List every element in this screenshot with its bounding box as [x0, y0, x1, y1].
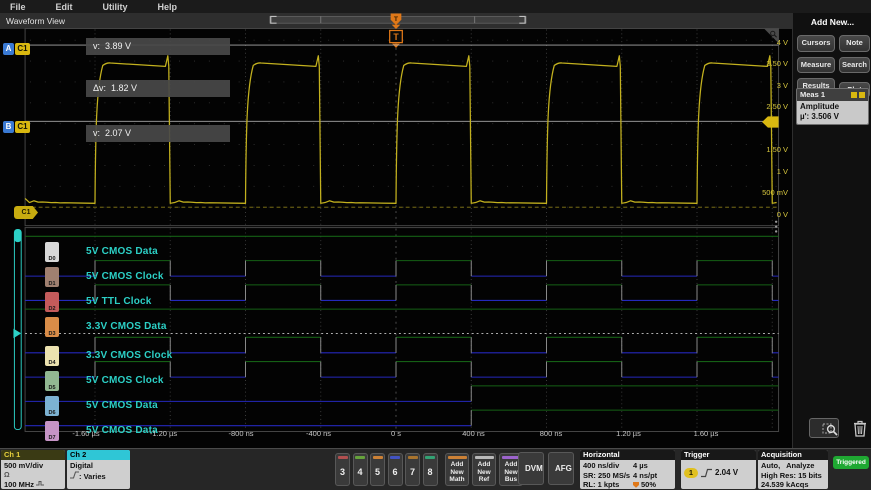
- trash-icon: [851, 419, 869, 438]
- measurement-card-header: Meas 1: [797, 89, 868, 101]
- sidebar-button-search[interactable]: Search: [839, 57, 870, 74]
- edge-icon: [70, 471, 79, 479]
- channel2-threshold: : Varies: [70, 471, 127, 482]
- horizontal-value: 50%: [633, 480, 656, 489]
- trigger-title: Trigger: [681, 450, 756, 460]
- channel-button-label: 7: [406, 467, 419, 477]
- horizontal-value: 400 ns/div: [583, 461, 633, 471]
- view-title: Waveform View: [6, 16, 65, 26]
- channel-button-label: 6: [389, 467, 402, 477]
- trigger-status-badge: Triggered: [833, 456, 869, 469]
- channel-color-strip: [355, 456, 365, 459]
- horizontal-row: SR: 250 MS/s4 ns/pt: [583, 471, 672, 481]
- channel-button-5[interactable]: 5: [370, 453, 385, 486]
- add-new-math-button[interactable]: Add New Math: [445, 453, 469, 486]
- channel-color-strip: [373, 456, 383, 459]
- sidebar-button-note[interactable]: Note: [839, 35, 870, 52]
- horizontal-value: SR: 250 MS/s: [583, 471, 633, 481]
- menu-bar: File Edit Utility Help: [0, 0, 871, 14]
- zoom-tool-button[interactable]: [809, 418, 839, 438]
- measurement-card[interactable]: Meas 1 Amplitude µ': 3.506 V: [796, 88, 869, 125]
- add-button-label: Add New Ref: [473, 461, 495, 484]
- add-button-label: Add New Math: [446, 461, 468, 484]
- channel-buttons: 345678: [335, 453, 438, 486]
- trigger-panel[interactable]: Trigger 1 2.04 V: [681, 450, 756, 489]
- channel2-name: Ch 2: [67, 450, 130, 460]
- trigger-source-badge: 1: [684, 468, 698, 478]
- channel-color-strip: [408, 456, 418, 459]
- termination-icon: Ω: [4, 471, 62, 481]
- add-new-ref-button[interactable]: Add New Ref: [472, 453, 496, 486]
- sidebar-button-measure[interactable]: Measure: [797, 57, 835, 74]
- menu-item-help[interactable]: Help: [158, 2, 178, 12]
- channel1-name: Ch 1: [1, 450, 65, 460]
- magnifier-icon: [816, 420, 844, 438]
- channel-color-strip: [390, 456, 400, 459]
- channel-color-strip: [425, 456, 435, 459]
- channel-button-label: 4: [354, 467, 367, 477]
- add-color-strip: [475, 456, 494, 459]
- horizontal-panel[interactable]: Horizontal 400 ns/div4 µsSR: 250 MS/s4 n…: [580, 450, 675, 489]
- measurement-title: Meas 1: [800, 90, 825, 99]
- channel-button-6[interactable]: 6: [388, 453, 403, 486]
- channel2-badge-panel[interactable]: Ch 2 Digital : Varies: [67, 450, 130, 489]
- horizontal-value: 4 µs: [633, 461, 648, 471]
- horizontal-value: 4 ns/pt: [633, 471, 657, 481]
- channel2-mode: Digital: [70, 461, 127, 471]
- channel-button-label: 3: [336, 467, 349, 477]
- channel1-scale: 500 mV/div: [4, 461, 62, 471]
- acquisition-title: Acquisition: [758, 450, 828, 460]
- dvm-button[interactable]: DVM: [518, 452, 544, 485]
- add-color-strip: [448, 456, 467, 459]
- channel1-bandwidth: 100 MHz: [4, 480, 62, 489]
- channel-button-label: 5: [371, 467, 384, 477]
- acquisition-row: 24.539 kAcqs: [761, 480, 825, 489]
- measurement-value: µ': 3.506 V: [800, 112, 865, 122]
- meas-source-icon: [859, 92, 865, 98]
- channel-color-strip: [338, 456, 348, 459]
- trash-button[interactable]: [845, 418, 865, 438]
- menu-item-file[interactable]: File: [10, 2, 26, 12]
- measurement-name: Amplitude: [800, 102, 865, 112]
- horizontal-title: Horizontal: [580, 450, 675, 460]
- bandwidth-icon: [36, 480, 44, 487]
- menu-item-utility[interactable]: Utility: [103, 2, 128, 12]
- waveform-view-header: Waveform View: [0, 13, 792, 29]
- oscilloscope-app: File Edit Utility Help Waveform View Add Ne…: [0, 0, 871, 490]
- measurement-card-body: Amplitude µ': 3.506 V: [797, 101, 868, 124]
- acquisition-panel[interactable]: Acquisition Auto, AnalyzeHigh Res: 15 bi…: [758, 450, 828, 489]
- afg-button[interactable]: AFG: [548, 452, 574, 485]
- channel-button-4[interactable]: 4: [353, 453, 368, 486]
- channel-button-3[interactable]: 3: [335, 453, 350, 486]
- horizontal-row: RL: 1 kpts50%: [583, 480, 672, 489]
- settings-bar: Ch 1 500 mV/div Ω 100 MHz Ch 2 Digital :…: [0, 448, 871, 490]
- add-new-heading: Add New...: [793, 17, 871, 27]
- channel-button-label: 8: [424, 467, 437, 477]
- rising-edge-icon: [701, 468, 712, 478]
- menu-item-edit[interactable]: Edit: [56, 2, 73, 12]
- right-sidebar: Add New... CursorsNoteMeasureSearchResul…: [792, 13, 871, 448]
- sidebar-tools: [793, 418, 871, 442]
- add-buttons: Add New MathAdd New RefAdd New Bus: [445, 453, 523, 486]
- trigger-level: 2.04 V: [715, 468, 738, 478]
- horizontal-row: 400 ns/div4 µs: [583, 461, 672, 471]
- waveform-display[interactable]: [0, 29, 792, 448]
- acquisition-row: Auto, Analyze: [761, 461, 825, 471]
- acquisition-row: High Res: 15 bits: [761, 471, 825, 481]
- channel1-badge-panel[interactable]: Ch 1 500 mV/div Ω 100 MHz: [1, 450, 65, 489]
- trigger-position-icon: [633, 482, 639, 488]
- sidebar-button-cursors[interactable]: Cursors: [797, 35, 835, 52]
- horizontal-value: RL: 1 kpts: [583, 480, 633, 489]
- meas-source-icon: [851, 92, 857, 98]
- channel-button-7[interactable]: 7: [405, 453, 420, 486]
- channel-button-8[interactable]: 8: [423, 453, 438, 486]
